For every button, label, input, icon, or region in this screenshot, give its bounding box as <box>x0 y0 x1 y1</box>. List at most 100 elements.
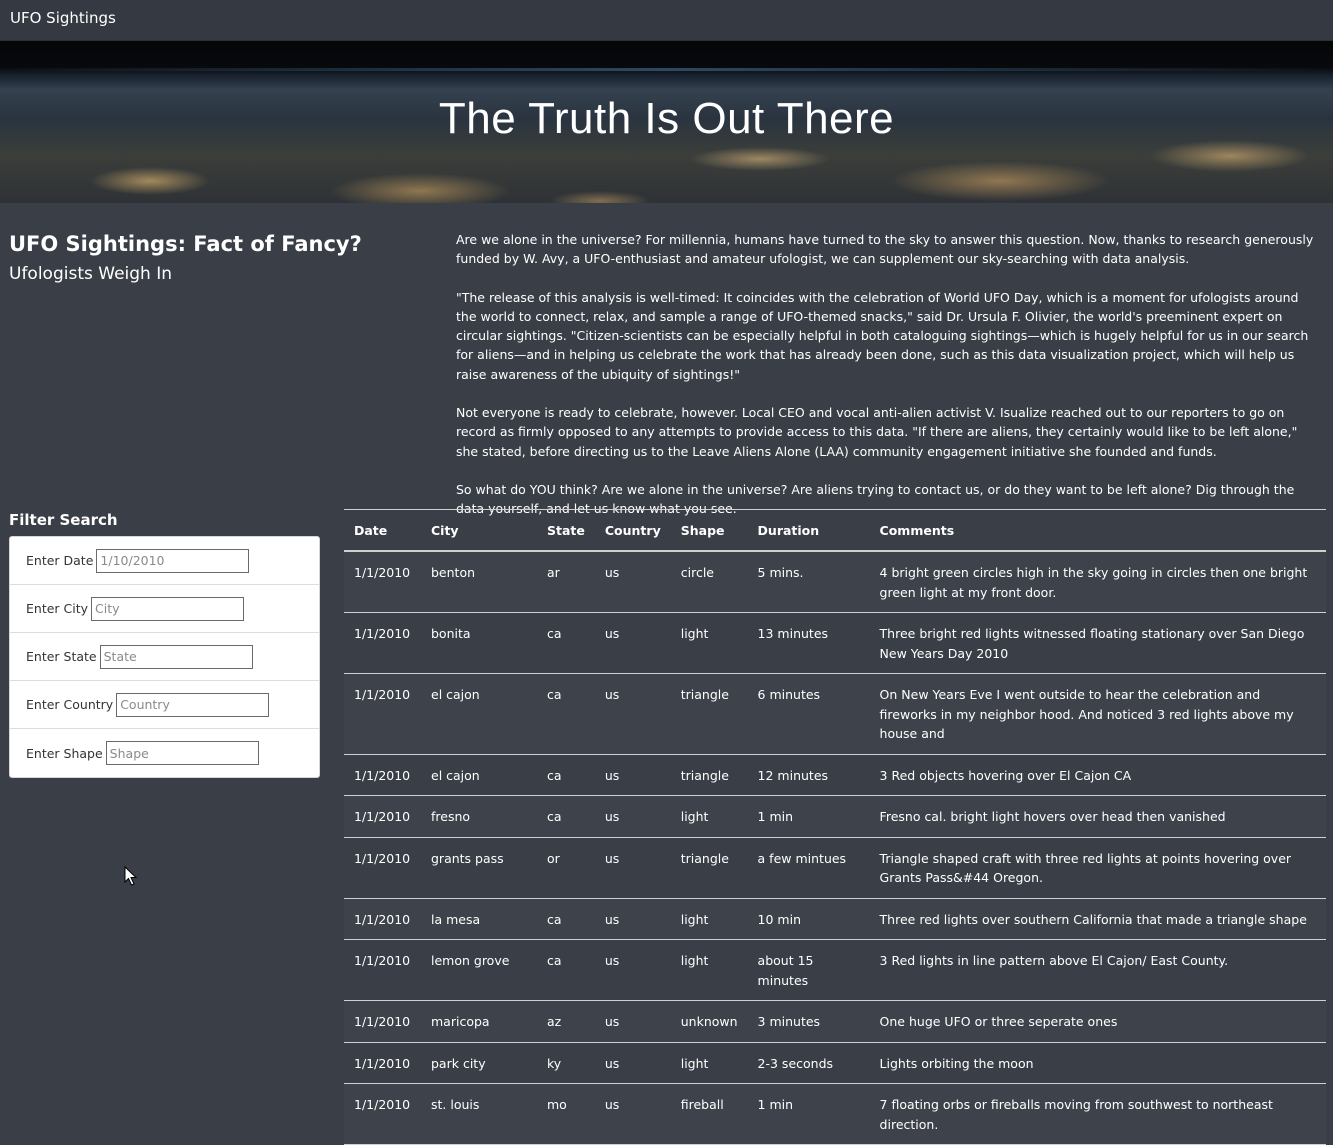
comments-cell: One huge UFO or three seperate ones <box>869 1000 1326 1043</box>
article-paragraph: Are we alone in the universe? For millen… <box>456 232 1314 267</box>
date-cell: 1/1/2010 <box>344 1083 421 1145</box>
country-cell: us <box>594 754 671 796</box>
duration-cell: 5 mins. <box>747 551 870 613</box>
country-cell: us <box>594 551 671 613</box>
shape-cell: light <box>670 612 748 674</box>
duration-cell: 1 min <box>747 795 870 838</box>
country-cell: us <box>594 939 671 1001</box>
date-cell: 1/1/2010 <box>344 1042 421 1084</box>
shape-cell: light <box>670 795 748 838</box>
country-cell: us <box>594 1042 671 1084</box>
comments-cell: Lights orbiting the moon <box>869 1042 1326 1084</box>
duration-cell: 3 minutes <box>747 1000 870 1043</box>
date-cell: 1/1/2010 <box>344 898 421 940</box>
filter-search-title: Filter Search <box>9 511 118 529</box>
shape-cell: light <box>670 939 748 1001</box>
hero-banner: The Truth Is Out There <box>0 41 1333 203</box>
filter-item-date: Enter Date <box>10 537 319 585</box>
column-header-country: Country <box>594 509 671 552</box>
article-paragraph: Not everyone is ready to celebrate, howe… <box>456 405 1298 459</box>
comments-cell: 4 bright green circles high in the sky g… <box>869 551 1326 613</box>
date-cell: 1/1/2010 <box>344 612 421 674</box>
country-cell: us <box>594 1083 671 1145</box>
table-row: 1/1/2010 park city ky us light 2-3 seconds Lig… <box>344 1042 1326 1084</box>
filter-label-city: Enter City <box>26 601 89 616</box>
brand-link[interactable]: UFO Sightings <box>10 9 116 27</box>
comments-cell: 3 Red objects hovering over El Cajon CA <box>869 754 1326 796</box>
column-header-city: City <box>421 509 537 552</box>
shape-cell: light <box>670 1042 748 1084</box>
date-input[interactable] <box>96 548 250 573</box>
date-cell: 1/1/2010 <box>344 795 421 838</box>
shape-cell: circle <box>670 551 748 613</box>
table-row: 1/1/2010 lemon grove ca us light about 15 min… <box>344 939 1326 1001</box>
city-cell: park city <box>421 1042 537 1084</box>
filter-label-country: Enter Country <box>26 697 114 712</box>
city-cell: maricopa <box>421 1000 537 1043</box>
duration-cell: 13 minutes <box>747 612 870 674</box>
duration-cell: about 15 minutes <box>747 939 870 1001</box>
state-cell: ar <box>537 551 595 613</box>
article-body: Are we alone in the universe? For millen… <box>456 230 1318 538</box>
shape-cell: triangle <box>670 754 748 796</box>
state-cell: ca <box>537 673 595 755</box>
duration-cell: 10 min <box>747 898 870 940</box>
table-row: 1/1/2010 maricopa az us unknown 3 minutes One … <box>344 1000 1326 1043</box>
state-cell: ca <box>537 795 595 838</box>
mouse-cursor-icon <box>124 866 138 886</box>
shape-cell: fireball <box>670 1083 748 1145</box>
state-cell: or <box>537 837 595 899</box>
table-body: 1/1/2010 benton ar us circle 5 mins. 4 bright … <box>344 551 1326 1145</box>
filter-item-city: Enter City <box>10 585 319 633</box>
shape-input[interactable] <box>105 741 259 765</box>
shape-cell: unknown <box>670 1000 748 1043</box>
city-input[interactable] <box>91 596 245 621</box>
date-cell: 1/1/2010 <box>344 1000 421 1043</box>
country-cell: us <box>594 898 671 940</box>
state-cell: ca <box>537 612 595 674</box>
country-cell: us <box>594 837 671 899</box>
shape-cell: triangle <box>670 837 748 899</box>
table-row: 1/1/2010 el cajon ca us triangle 6 minutes On … <box>344 673 1326 755</box>
duration-cell: 12 minutes <box>747 754 870 796</box>
country-input[interactable] <box>116 692 270 717</box>
comments-cell: Triangle shaped craft with three red lig… <box>869 837 1326 899</box>
sightings-table: Date City State Country Shape Duration C… <box>344 509 1326 1145</box>
state-cell: ky <box>537 1042 595 1084</box>
headline-title: UFO Sightings: Fact of Fancy? <box>9 232 362 256</box>
duration-cell: a few mintues <box>747 837 870 899</box>
filter-item-state: Enter State <box>10 633 319 681</box>
column-header-comments: Comments <box>869 509 1326 552</box>
column-header-shape: Shape <box>670 509 748 552</box>
state-cell: ca <box>537 939 595 1001</box>
filter-label-date: Enter Date <box>26 553 94 568</box>
navbar: UFO Sightings <box>0 0 1333 41</box>
city-cell: grants pass <box>421 837 537 899</box>
city-cell: lemon grove <box>421 939 537 1001</box>
column-header-duration: Duration <box>747 509 870 552</box>
shape-cell: triangle <box>670 673 748 755</box>
shape-cell: light <box>670 898 748 940</box>
city-cell: benton <box>421 551 537 613</box>
comments-cell: On New Years Eve I went outside to hear … <box>869 673 1326 755</box>
table-row: 1/1/2010 la mesa ca us light 10 min Three red … <box>344 898 1326 940</box>
table-row: 1/1/2010 el cajon ca us triangle 12 minutes 3 … <box>344 754 1326 796</box>
hero-title: The Truth Is Out There <box>438 94 895 143</box>
state-input[interactable] <box>99 644 253 669</box>
table-header-row: Date City State Country Shape Duration C… <box>344 509 1326 552</box>
comments-cell: Three bright red lights witnessed floati… <box>869 612 1326 674</box>
city-cell: el cajon <box>421 754 537 796</box>
comments-cell: Fresno cal. bright light hovers over hea… <box>869 795 1326 838</box>
table-row: 1/1/2010 benton ar us circle 5 mins. 4 bright … <box>344 551 1326 613</box>
date-cell: 1/1/2010 <box>344 939 421 1001</box>
duration-cell: 1 min <box>747 1083 870 1145</box>
state-cell: ca <box>537 898 595 940</box>
filter-label-state: Enter State <box>26 649 97 664</box>
filter-list: Enter Date Enter City Enter State Enter … <box>9 536 320 778</box>
filter-item-country: Enter Country <box>10 681 319 729</box>
filter-item-shape: Enter Shape <box>10 729 319 777</box>
city-cell: la mesa <box>421 898 537 940</box>
headline-subtitle: Ufologists Weigh In <box>9 264 173 284</box>
table-row: 1/1/2010 st. louis mo us fireball 1 min 7 floa… <box>344 1083 1326 1145</box>
country-cell: us <box>594 673 671 755</box>
